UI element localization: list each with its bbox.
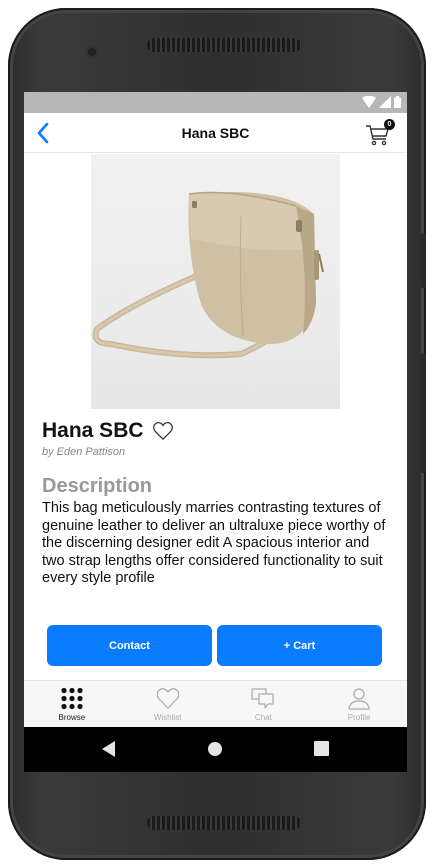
description-text: This bag meticulously marries contrastin… <box>42 500 386 587</box>
screen: Hana SBC 0 Hana SBC by Eden Pattison Des… <box>24 92 407 772</box>
app-header: Hana SBC 0 <box>24 113 407 153</box>
product-title-row: Hana SBC <box>42 419 174 443</box>
bag-illustration <box>92 191 324 359</box>
signal-icon <box>379 96 391 108</box>
battery-icon <box>394 96 401 108</box>
cart-button[interactable]: 0 <box>363 118 395 148</box>
volume-button <box>421 353 426 473</box>
tab-label: Profile <box>347 713 371 722</box>
page-title: Hana SBC <box>181 125 250 141</box>
heart-icon <box>156 688 180 709</box>
description-heading: Description <box>42 475 153 497</box>
chat-icon <box>251 688 274 709</box>
tab-browse[interactable]: Browse <box>24 681 120 727</box>
top-speaker <box>147 38 301 52</box>
person-icon <box>348 688 370 710</box>
product-image <box>91 154 340 409</box>
power-button <box>421 233 426 288</box>
tab-label: Wishlist <box>153 713 182 722</box>
front-camera <box>86 46 98 58</box>
nav-back-icon[interactable] <box>101 740 117 758</box>
tab-wishlist[interactable]: Wishlist <box>120 681 216 727</box>
wifi-icon <box>362 96 376 108</box>
bottom-speaker <box>147 816 301 830</box>
tab-bar: Browse Wishlist Chat Profile <box>24 680 407 727</box>
nav-home-icon[interactable] <box>207 741 223 757</box>
tab-label: Chat <box>254 713 272 722</box>
status-icons <box>362 96 401 108</box>
cart-count-badge: 0 <box>384 119 395 130</box>
add-to-cart-button[interactable]: + Cart <box>217 625 382 666</box>
tab-chat[interactable]: Chat <box>216 681 312 727</box>
grid-icon <box>61 687 83 710</box>
nav-recents-icon[interactable] <box>314 741 329 756</box>
heart-icon[interactable] <box>152 421 174 441</box>
product-title: Hana SBC <box>42 419 144 442</box>
tab-label: Browse <box>58 713 86 722</box>
system-nav-bar <box>24 727 407 772</box>
tab-profile[interactable]: Profile <box>311 681 407 727</box>
contact-button[interactable]: Contact <box>47 625 212 666</box>
status-bar <box>24 92 407 113</box>
product-author: by Eden Pattison <box>42 446 126 458</box>
